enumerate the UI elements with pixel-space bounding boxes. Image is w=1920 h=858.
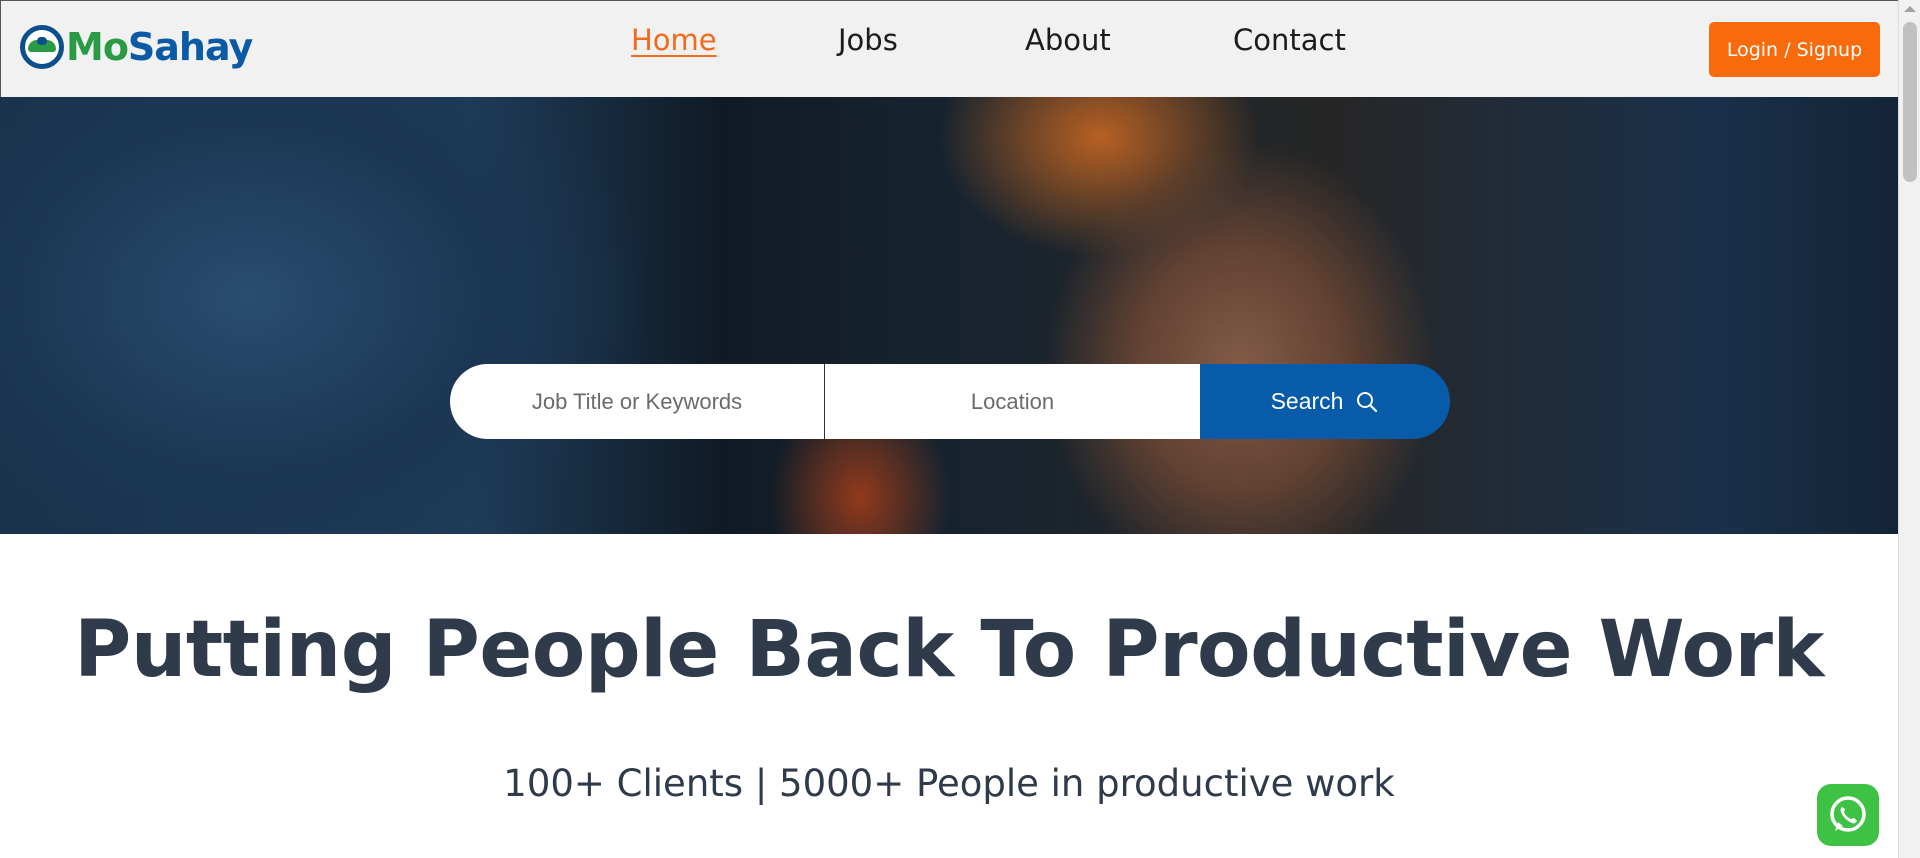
nav-home[interactable]: Home (631, 23, 717, 57)
nav-about[interactable]: About (1025, 23, 1111, 57)
whatsapp-icon (1830, 796, 1866, 832)
scroll-up-arrow-icon[interactable] (1904, 6, 1916, 12)
job-search-bar: Job Title or Keywords Location Search (450, 364, 1450, 439)
search-icon (1357, 391, 1378, 412)
location-input[interactable]: Location (825, 364, 1200, 439)
keywords-input[interactable]: Job Title or Keywords (450, 364, 825, 439)
main-nav: Home Jobs About Contact (1, 23, 1899, 63)
search-button-label: Search (1270, 388, 1344, 414)
hero-banner: Job Title or Keywords Location Search (0, 97, 1898, 534)
hero-background-image (0, 97, 1898, 534)
whatsapp-button[interactable] (1817, 784, 1879, 846)
nav-contact[interactable]: Contact (1233, 23, 1346, 57)
page-headline: Putting People Back To Productive Work (74, 605, 1824, 695)
site-header: MoSahay Home Jobs About Contact Login / … (0, 0, 1898, 97)
login-signup-button[interactable]: Login / Signup (1709, 22, 1880, 77)
page-scrollbar[interactable] (1898, 0, 1920, 858)
search-button[interactable]: Search (1200, 364, 1450, 439)
scroll-thumb[interactable] (1903, 22, 1917, 182)
stats-subline: 100+ Clients | 5000+ People in productiv… (503, 762, 1395, 805)
nav-jobs[interactable]: Jobs (838, 23, 898, 57)
